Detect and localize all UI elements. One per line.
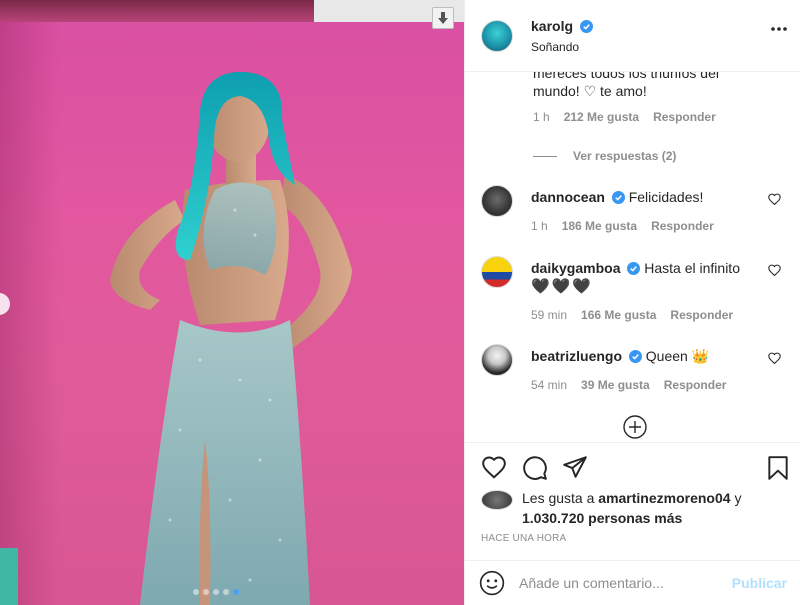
comment-icon[interactable] — [522, 455, 548, 481]
comment-item: beatrizluengo Queen 👑 54 min 39 Me gusta… — [481, 344, 789, 392]
comment-item: dannocean Felicidades! 1 h 186 Me gusta … — [481, 185, 789, 233]
comment-text: Hasta el infinito — [644, 260, 740, 276]
post-photo[interactable] — [0, 0, 464, 605]
comment-likes[interactable]: 186 Me gusta — [562, 219, 637, 233]
bookmark-icon[interactable] — [767, 455, 789, 481]
verified-badge-icon — [580, 19, 594, 33]
comment-likes[interactable]: 212 Me gusta — [564, 110, 639, 124]
reply-button[interactable]: Responder — [651, 219, 714, 233]
likes-count[interactable]: 1.030.720 personas más — [522, 510, 682, 526]
commenter-avatar[interactable] — [481, 256, 513, 288]
verified-badge-icon — [627, 262, 641, 275]
carousel-indicator — [193, 589, 239, 595]
comment-time[interactable]: 1 h — [531, 219, 548, 233]
reply-button[interactable]: Responder — [664, 378, 727, 392]
likes-summary: Les gusta a amartinezmoreno04 y 1.030.72… — [481, 488, 741, 528]
photo-prop — [0, 548, 18, 605]
carousel-dot — [203, 589, 209, 595]
view-replies-button[interactable]: Ver respuestas (2) — [533, 149, 676, 163]
emoji-icon[interactable] — [479, 570, 505, 596]
comment-text: mereces todos los triunfos del mundo! ♡ … — [533, 72, 719, 99]
share-icon[interactable] — [562, 455, 588, 479]
download-icon — [438, 12, 448, 24]
comment-input[interactable] — [519, 575, 732, 591]
author-username[interactable]: karolg — [531, 18, 573, 34]
comment-likes[interactable]: 166 Me gusta — [581, 308, 656, 322]
liker-username[interactable]: amartinezmoreno04 — [598, 490, 730, 506]
comment-time[interactable]: 54 min — [531, 378, 567, 392]
comment-time[interactable]: 59 min — [531, 308, 567, 322]
more-options-icon[interactable] — [770, 26, 788, 32]
comment-like-heart-icon[interactable] — [768, 193, 781, 205]
carousel-dot — [213, 589, 219, 595]
comment-emoji: 🖤🖤🖤 — [531, 278, 594, 295]
commenter-username[interactable]: beatrizluengo — [531, 348, 622, 364]
reply-button[interactable]: Responder — [670, 308, 733, 322]
view-replies-label: Ver respuestas (2) — [573, 149, 677, 163]
comment-like-heart-icon[interactable] — [768, 264, 781, 276]
commenter-username[interactable]: dannocean — [531, 189, 605, 205]
comment-time[interactable]: 1 h — [533, 110, 550, 124]
carousel-dot-active — [233, 589, 239, 595]
comment-item: daikygamboa Hasta el infinito 🖤🖤🖤 59 min… — [481, 256, 789, 322]
woman-figure-illustration — [110, 71, 352, 605]
likes-conj: y — [734, 490, 742, 506]
heart-icon[interactable] — [481, 455, 507, 479]
comment-truncated: mereces todos los triunfos del mundo! ♡ … — [533, 72, 733, 124]
carousel-dot — [223, 589, 229, 595]
comment-likes[interactable]: 39 Me gusta — [581, 378, 650, 392]
post-side-panel: karolg Soñando mereces todos los triunfo… — [464, 0, 800, 605]
liker-avatar[interactable] — [481, 490, 513, 510]
commenter-avatar[interactable] — [481, 344, 513, 376]
carousel-dot — [193, 589, 199, 595]
comment-text: Queen 👑 — [645, 348, 710, 364]
download-button[interactable] — [432, 7, 454, 29]
publish-button[interactable]: Publicar — [732, 575, 787, 591]
post-header: karolg Soñando — [465, 0, 800, 72]
post-actions — [465, 442, 800, 492]
post-location[interactable]: Soñando — [531, 40, 593, 54]
comment-text: Felicidades! — [628, 189, 704, 205]
verified-badge-icon — [611, 191, 625, 204]
plus-circle-icon[interactable] — [623, 415, 647, 439]
add-comment-bar: Publicar — [465, 560, 800, 605]
comment-like-heart-icon[interactable] — [768, 352, 781, 364]
likes-prefix: Les gusta a — [522, 490, 595, 506]
divider-line — [533, 155, 557, 157]
author-avatar[interactable] — [481, 19, 513, 52]
verified-badge-icon — [628, 350, 642, 363]
commenter-username[interactable]: daikygamboa — [531, 260, 620, 276]
reply-button[interactable]: Responder — [653, 110, 716, 124]
post-timestamp[interactable]: HACE UNA HORA — [481, 533, 566, 544]
comments-list[interactable]: mereces todos los triunfos del mundo! ♡ … — [465, 72, 800, 442]
commenter-avatar[interactable] — [481, 185, 513, 217]
